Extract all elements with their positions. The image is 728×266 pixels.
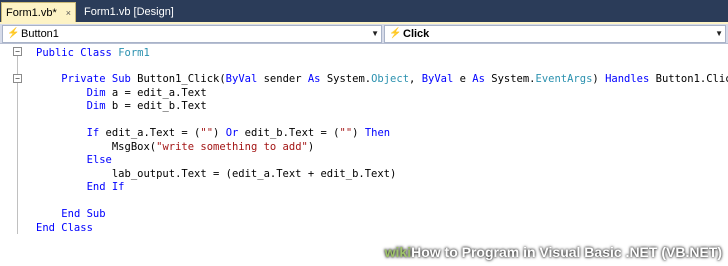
code-line: End Sub xyxy=(61,208,106,220)
code-line: Public Class Form1 xyxy=(36,47,150,59)
class-name-value: Button1 xyxy=(21,28,59,40)
tab-label: Form1.vb* xyxy=(6,7,57,19)
chevron-down-icon[interactable]: ▼ xyxy=(715,26,723,42)
lightning-icon: ⚡ xyxy=(7,28,20,39)
tab-form1-vb[interactable]: Form1.vb* × xyxy=(1,2,76,24)
code-line: Dim a = edit_a.Text xyxy=(86,87,207,99)
code-navigation-bar: ⚡ Button1 ▼ ⚡ Click ▼ xyxy=(0,24,728,44)
code-line: End If xyxy=(86,181,125,193)
code-line: End Class xyxy=(36,222,93,234)
lightning-icon: ⚡ xyxy=(389,28,402,39)
tab-label: Form1.vb [Design] xyxy=(84,6,174,18)
code-line: Else xyxy=(86,154,112,166)
code-line: Dim b = edit_b.Text xyxy=(86,100,207,112)
code-line: If edit_a.Text = ("") Or edit_b.Text = (… xyxy=(86,127,391,139)
collapse-sub-icon[interactable]: − xyxy=(13,74,22,83)
code-editor[interactable]: − − Public Class Form1 Private Sub Butto… xyxy=(0,44,728,266)
method-name-value: Click xyxy=(403,28,430,40)
wikihow-watermark: wikiHow to Program in Visual Basic .NET … xyxy=(384,244,722,260)
method-name-dropdown[interactable]: ⚡ Click ▼ xyxy=(384,25,726,43)
code-line: MsgBox("write something to add") xyxy=(111,141,315,153)
collapse-class-icon[interactable]: − xyxy=(13,47,22,56)
document-tab-strip: Form1.vb* × Form1.vb [Design] xyxy=(0,0,728,24)
code-line: Private Sub Button1_Click(ByVal sender A… xyxy=(61,73,728,85)
tab-form1-design[interactable]: Form1.vb [Design] xyxy=(80,2,174,24)
class-name-dropdown[interactable]: ⚡ Button1 ▼ xyxy=(2,25,382,43)
chevron-down-icon[interactable]: ▼ xyxy=(371,26,379,42)
close-icon[interactable]: × xyxy=(66,3,71,23)
code-line: lab_output.Text = (edit_a.Text + edit_b.… xyxy=(111,168,397,180)
